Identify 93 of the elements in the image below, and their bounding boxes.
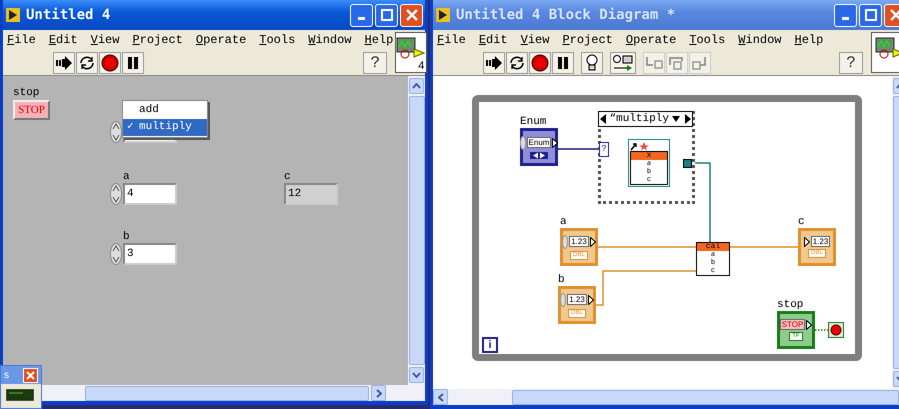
wire [815,329,828,331]
menu-item[interactable]: File [437,33,466,47]
maximize-button[interactable] [375,4,398,26]
iteration-terminal: i [482,337,498,353]
spinner-icon [562,234,568,248]
control-label: a [122,171,131,183]
display-icon [6,389,34,401]
menu-item[interactable]: Operate [196,33,246,47]
app-icon [6,8,20,22]
decrement-icon[interactable] [599,113,607,125]
input-arrow-icon [804,236,810,246]
wire [728,246,798,248]
menu-item[interactable]: Window [308,33,352,47]
menu-item[interactable]: Help [364,33,394,47]
case-selector[interactable]: “multiply [598,111,693,127]
menu-item[interactable]: Operate [626,33,676,47]
terminal-label: b [558,274,566,286]
scroll-down-icon[interactable] [412,372,421,378]
control-label: stop [13,87,40,99]
menu-item[interactable]: Window [738,33,782,47]
scroll-left-icon[interactable] [438,392,444,402]
control-label: c [284,171,292,183]
terminal-label: Enum [520,116,548,128]
pause-icon[interactable] [122,52,144,74]
increment-icon[interactable] [684,113,692,125]
menu-item[interactable]: View [90,33,120,47]
left-right-arrows-icon [530,152,548,158]
menu-option[interactable]: add [123,102,207,119]
menu-item[interactable]: File [7,33,36,47]
menu-item[interactable]: Edit [48,33,78,47]
scroll-right-icon[interactable] [376,388,382,398]
output-arrow-icon [590,236,596,246]
spinner-icon [560,292,566,306]
run-continuously-icon[interactable] [506,52,528,74]
menu-item[interactable]: Project [132,33,183,47]
menu-item[interactable]: Tools [259,33,296,47]
window-title: Untitled 4 [26,7,110,23]
increment-decrement-icon[interactable] [110,183,122,205]
menu-option[interactable]: ✓ multiply [123,119,207,136]
arrow-star-icon [630,141,650,151]
increment-decrement-icon[interactable] [110,243,122,265]
run-icon[interactable] [53,52,75,74]
menu-item[interactable]: Tools [689,33,726,47]
output-arrow-icon [552,138,558,148]
waveform-icon [875,37,899,59]
app-icon [436,8,450,22]
menu-item[interactable]: Project [562,33,613,47]
abort-icon[interactable] [529,52,551,74]
step-into-icon[interactable] [643,52,665,74]
help-button[interactable]: ? [363,52,388,74]
step-over-icon[interactable] [666,52,688,74]
horizontal-scrollbar[interactable] [433,389,899,405]
help-button[interactable]: ? [839,52,863,74]
window-title: Untitled 4 Block Diagram * [456,7,676,23]
maximize-icon[interactable] [380,9,392,21]
dropdown-icon[interactable] [671,115,682,123]
waveform-icon [396,37,426,59]
vertical-scrollbar[interactable] [408,76,425,385]
terminal-label: stop [777,299,804,311]
spinner-icon [520,136,526,150]
run-icon[interactable] [483,52,505,74]
terminal-label: a [560,216,568,228]
vi-number: 4 [418,60,424,72]
step-out-icon[interactable] [689,52,711,74]
pause-icon[interactable] [552,52,574,74]
numeric-field[interactable]: 3 [123,243,177,265]
numeric-indicator: 12 [284,183,338,205]
menu-item[interactable]: Edit [478,33,508,47]
vi-icon[interactable] [871,32,899,73]
output-arrow-icon [588,294,594,304]
control-label: b [122,231,131,243]
tunnel [683,159,692,168]
enum-terminal[interactable]: Enum [520,128,558,166]
close-button[interactable] [400,4,423,26]
increment-decrement-icon[interactable] [110,121,122,143]
abort-icon[interactable] [99,52,121,74]
retain-wire-values-icon[interactable] [610,52,636,74]
minimize-button[interactable] [350,4,373,26]
selector-terminal: ? [599,142,609,157]
menu-item[interactable]: Help [794,33,824,47]
scroll-up-icon[interactable] [412,83,421,89]
palette-title: s [4,370,9,380]
run-continuously-icon[interactable] [76,52,98,74]
menu-item[interactable]: View [520,33,550,47]
close-button[interactable] [23,368,38,382]
close-icon[interactable] [406,9,418,21]
stop-condition-icon[interactable] [828,322,844,338]
wire [558,148,599,150]
numeric-field[interactable]: 4 [123,183,177,205]
output-arrow-icon [806,320,812,330]
vi-icon[interactable]: 4 [395,32,428,73]
lightbulb-icon[interactable] [581,52,603,74]
terminal-label: c [798,216,806,228]
